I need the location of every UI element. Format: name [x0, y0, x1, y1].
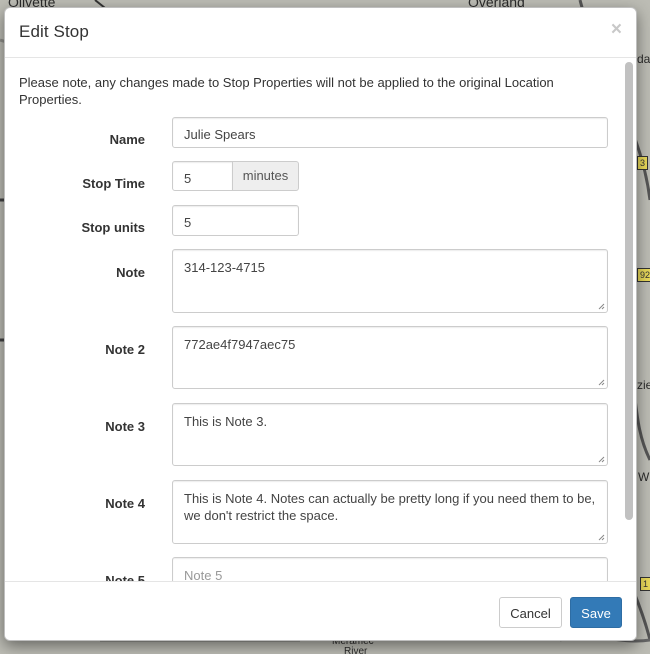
edit-stop-modal: Edit Stop × Please note, any changes mad…: [4, 7, 637, 641]
note3-text: This is Note 3.: [184, 414, 268, 429]
map-label-right-2: zie: [637, 378, 650, 392]
stop-time-addon: minutes: [232, 161, 299, 191]
modal-title: Edit Stop: [19, 22, 89, 41]
resize-grip-icon[interactable]: [598, 303, 605, 310]
note5-placeholder: Note 5: [184, 568, 223, 582]
stop-time-input[interactable]: 5: [172, 161, 233, 191]
note2-text: 772ae4f7947aec75: [184, 337, 296, 352]
modal-footer: Cancel Save: [5, 581, 636, 640]
note4-textarea[interactable]: This is Note 4. Notes can actually be pr…: [172, 480, 608, 544]
notice-text: Please note, any changes made to Stop Pr…: [19, 75, 554, 107]
stop-units-label: Stop units: [81, 220, 145, 235]
note5-textarea[interactable]: Note 5: [172, 557, 608, 582]
resize-grip-icon[interactable]: [598, 379, 605, 386]
map-label-right-3: W: [638, 470, 650, 484]
note3-textarea[interactable]: This is Note 3.: [172, 403, 608, 466]
modal-header: Edit Stop ×: [5, 8, 636, 58]
note-text: 314-123-4715: [184, 260, 265, 275]
resize-grip-icon[interactable]: [598, 534, 605, 541]
scrollbar-thumb[interactable]: [625, 62, 633, 520]
close-icon[interactable]: ×: [611, 20, 622, 40]
stop-time-label: Stop Time: [82, 176, 145, 191]
stop-units-input[interactable]: 5: [172, 205, 299, 236]
name-label: Name: [109, 132, 145, 147]
modal-body[interactable]: Please note, any changes made to Stop Pr…: [5, 58, 636, 582]
map-label-right-1: dal: [637, 52, 650, 66]
note-textarea[interactable]: 314-123-4715: [172, 249, 608, 313]
name-input[interactable]: Julie Spears: [172, 117, 608, 148]
note4-label: Note 4: [105, 496, 145, 511]
resize-grip-icon[interactable]: [598, 456, 605, 463]
cancel-button[interactable]: Cancel: [499, 597, 562, 628]
route-shield: 3: [637, 156, 649, 170]
note2-label: Note 2: [105, 342, 145, 357]
note-label: Note: [116, 265, 145, 280]
save-button[interactable]: Save: [570, 597, 622, 628]
note4-text: This is Note 4. Notes can actually be pr…: [184, 491, 596, 523]
map-label-river: River: [344, 646, 368, 654]
route-shield: 92: [637, 268, 650, 282]
note2-textarea[interactable]: 772ae4f7947aec75: [172, 326, 608, 389]
note3-label: Note 3: [105, 419, 145, 434]
route-shield: 1: [640, 577, 650, 591]
